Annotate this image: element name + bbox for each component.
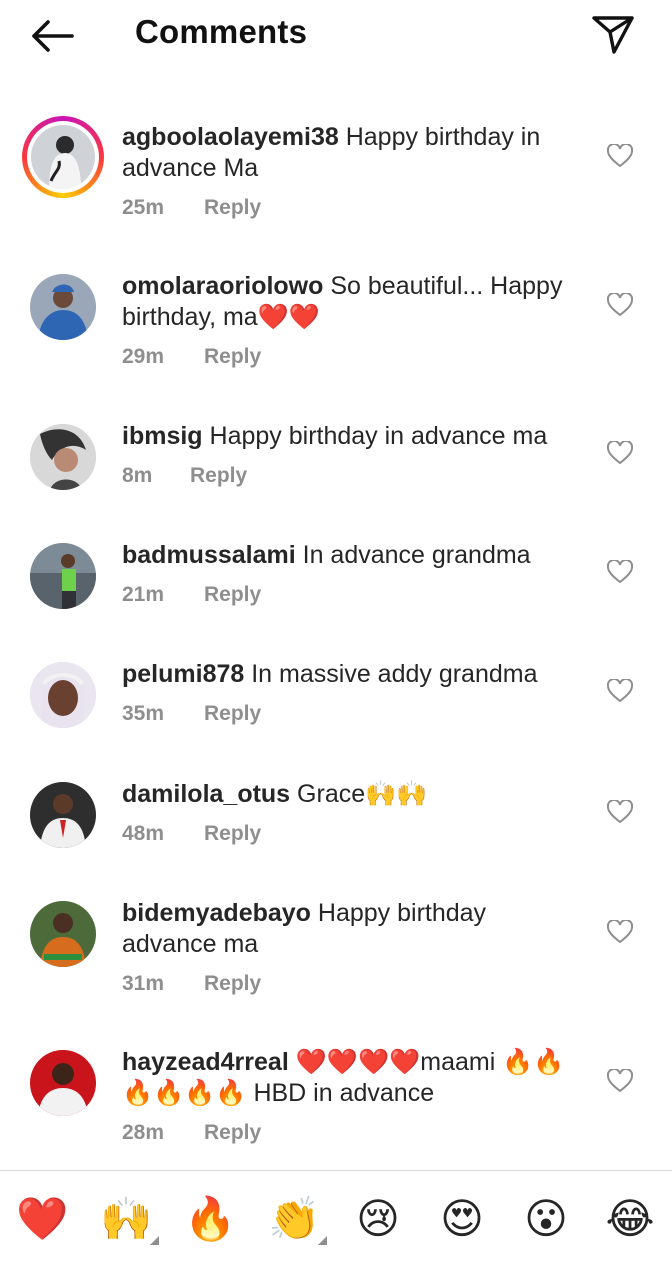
- reply-button[interactable]: Reply: [204, 972, 261, 995]
- page-title: Comments: [135, 13, 308, 50]
- heart-icon[interactable]: [607, 920, 633, 944]
- heart-icon[interactable]: [607, 560, 633, 584]
- reply-button[interactable]: Reply: [204, 583, 261, 606]
- heart-icon[interactable]: [607, 679, 633, 703]
- heart-icon[interactable]: [607, 800, 633, 824]
- paper-plane-icon: [592, 16, 634, 54]
- comment-timestamp: 8m: [122, 464, 153, 487]
- avatar[interactable]: [30, 274, 96, 340]
- heart-icon[interactable]: [607, 1069, 633, 1093]
- comment-timestamp: 21m: [122, 583, 165, 606]
- reply-button[interactable]: Reply: [204, 702, 261, 725]
- emoji-quick-bar: ❤️ 🙌 🔥 👏 😢 😍 😮 😂: [0, 1171, 672, 1265]
- comment-text: Happy birthday in advance ma: [209, 422, 548, 450]
- emoji-raised-hands[interactable]: 🙌: [100, 1193, 152, 1245]
- emoji-crying-face[interactable]: 😢: [352, 1193, 404, 1245]
- header-bar: Comments: [0, 0, 672, 72]
- emoji-fire[interactable]: 🔥: [184, 1193, 236, 1245]
- comment-username[interactable]: omolaraoriolowo: [122, 272, 323, 300]
- avatar[interactable]: [30, 662, 96, 728]
- emoji-heart-eyes[interactable]: 😍: [436, 1193, 488, 1245]
- comment-username[interactable]: damilola_otus: [122, 780, 290, 808]
- reply-button[interactable]: Reply: [204, 345, 261, 368]
- skin-tone-indicator-icon: [150, 1236, 159, 1245]
- comment-timestamp: 35m: [122, 702, 165, 725]
- emoji-tears-of-joy[interactable]: 😂: [604, 1193, 656, 1245]
- comment-username[interactable]: pelumi878: [122, 660, 244, 688]
- heart-icon[interactable]: [607, 441, 633, 465]
- reply-button[interactable]: Reply: [204, 196, 261, 219]
- emoji-heart[interactable]: ❤️: [16, 1193, 68, 1245]
- comment-username[interactable]: hayzead4rreal: [122, 1048, 289, 1076]
- comment-timestamp: 29m: [122, 345, 165, 368]
- back-button[interactable]: [28, 14, 76, 58]
- comment-username[interactable]: bidemyadebayo: [122, 899, 311, 927]
- comment-username[interactable]: agboolaolayemi38: [122, 123, 339, 151]
- skin-tone-indicator-icon: [318, 1236, 327, 1245]
- arrow-left-icon: [32, 20, 74, 52]
- reply-button[interactable]: Reply: [190, 464, 247, 487]
- avatar[interactable]: [30, 1050, 96, 1116]
- comment-username[interactable]: badmussalami: [122, 541, 296, 569]
- comment-timestamp: 48m: [122, 822, 165, 845]
- avatar[interactable]: [30, 424, 96, 490]
- share-button[interactable]: [588, 12, 636, 56]
- avatar[interactable]: [30, 782, 96, 848]
- emoji-clapping-hands[interactable]: 👏: [268, 1193, 320, 1245]
- avatar[interactable]: [22, 116, 104, 198]
- comment-username[interactable]: ibmsig: [122, 422, 203, 450]
- heart-icon[interactable]: [607, 144, 633, 168]
- comment-timestamp: 31m: [122, 972, 165, 995]
- comment-text: Grace🙌🙌: [297, 780, 428, 808]
- comment-text: In massive addy grandma: [251, 660, 538, 688]
- reply-button[interactable]: Reply: [204, 822, 261, 845]
- comment-text: In advance grandma: [302, 541, 531, 569]
- reply-button[interactable]: Reply: [204, 1121, 261, 1144]
- emoji-surprised-face[interactable]: 😮: [520, 1193, 572, 1245]
- avatar[interactable]: [30, 543, 96, 609]
- avatar[interactable]: [30, 901, 96, 967]
- heart-icon[interactable]: [607, 293, 633, 317]
- comment-timestamp: 25m: [122, 196, 165, 219]
- comment-timestamp: 28m: [122, 1121, 165, 1144]
